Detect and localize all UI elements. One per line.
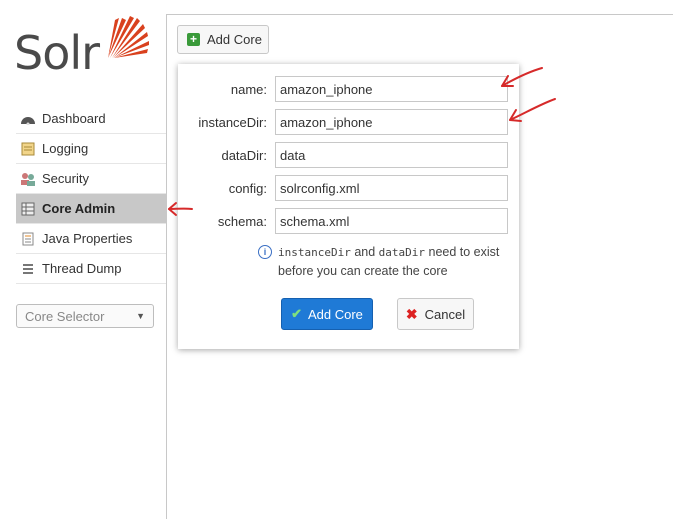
cancel-button[interactable]: ✖ Cancel — [397, 298, 474, 330]
sidebar-item-label: Core Admin — [42, 201, 116, 216]
dashboard-icon — [20, 112, 36, 126]
note-code-data-dir: dataDir — [378, 246, 426, 259]
solr-burst-icon — [108, 16, 149, 58]
sidebar-item-logging[interactable]: Logging — [16, 134, 166, 164]
logo-text: Solr — [14, 26, 100, 80]
core-selector-label: Core Selector — [25, 308, 105, 324]
sidebar-item-thread-dump[interactable]: Thread Dump — [16, 254, 166, 284]
annotation-arrow-name — [501, 67, 543, 87]
config-label: config: — [228, 181, 267, 196]
name-label: name: — [230, 82, 267, 97]
security-icon — [20, 172, 36, 186]
note-code-instance-dir: instanceDir — [278, 246, 351, 259]
note-and: and — [350, 245, 379, 259]
field-row-name: name: — [178, 76, 519, 104]
schema-input[interactable] — [275, 208, 508, 234]
thread-dump-icon — [20, 262, 36, 276]
data-dir-label: dataDir: — [221, 148, 267, 163]
config-input[interactable] — [275, 175, 508, 201]
sidebar-item-label: Java Properties — [42, 231, 133, 246]
add-core-toggle-label: Add Core — [207, 32, 262, 47]
schema-label: schema: — [217, 214, 267, 229]
sidebar-item-security[interactable]: Security — [16, 164, 166, 194]
field-row-config: config: — [178, 175, 519, 203]
data-dir-input[interactable] — [275, 142, 508, 168]
add-core-submit-button[interactable]: ✔ Add Core — [281, 298, 373, 330]
sidebar-item-label: Security — [42, 171, 89, 186]
solr-logo: Solr — [14, 14, 149, 84]
logging-icon — [20, 142, 36, 156]
field-row-data-dir: dataDir: — [178, 142, 519, 170]
close-icon: ✖ — [405, 305, 418, 322]
add-core-dialog: name: instanceDir: dataDir: config: sche… — [178, 64, 519, 349]
plus-icon: + — [187, 33, 200, 46]
sidebar-item-core-admin[interactable]: Core Admin — [16, 194, 166, 224]
info-icon: i — [258, 245, 272, 259]
java-properties-icon — [20, 232, 36, 246]
check-icon: ✔ — [291, 306, 302, 321]
sidebar-item-label: Thread Dump — [42, 261, 122, 276]
annotation-arrow-instance-dir — [509, 98, 556, 122]
instance-dir-label: instanceDir: — [198, 115, 267, 130]
sidebar-nav: Dashboard Logging Security Core Admin Ja… — [16, 104, 166, 284]
sidebar-item-label: Logging — [42, 141, 89, 156]
add-core-toggle-button[interactable]: + Add Core — [177, 25, 269, 54]
sidebar-item-dashboard[interactable]: Dashboard — [16, 104, 166, 134]
add-core-submit-label: Add Core — [307, 306, 363, 322]
core-selector-dropdown[interactable]: Core Selector ▼ — [16, 304, 154, 328]
core-admin-icon — [20, 202, 36, 216]
field-row-schema: schema: — [178, 208, 519, 236]
info-note-text: instanceDir and dataDir need to exist be… — [278, 243, 508, 281]
sidebar-item-label: Dashboard — [42, 111, 106, 126]
field-row-instance-dir: instanceDir: — [178, 109, 519, 137]
chevron-down-icon: ▼ — [136, 311, 145, 321]
cancel-label: Cancel — [424, 306, 466, 322]
name-input[interactable] — [275, 76, 508, 102]
sidebar-item-java-properties[interactable]: Java Properties — [16, 224, 166, 254]
instance-dir-input[interactable] — [275, 109, 508, 135]
annotation-arrow-core-admin — [168, 202, 193, 216]
